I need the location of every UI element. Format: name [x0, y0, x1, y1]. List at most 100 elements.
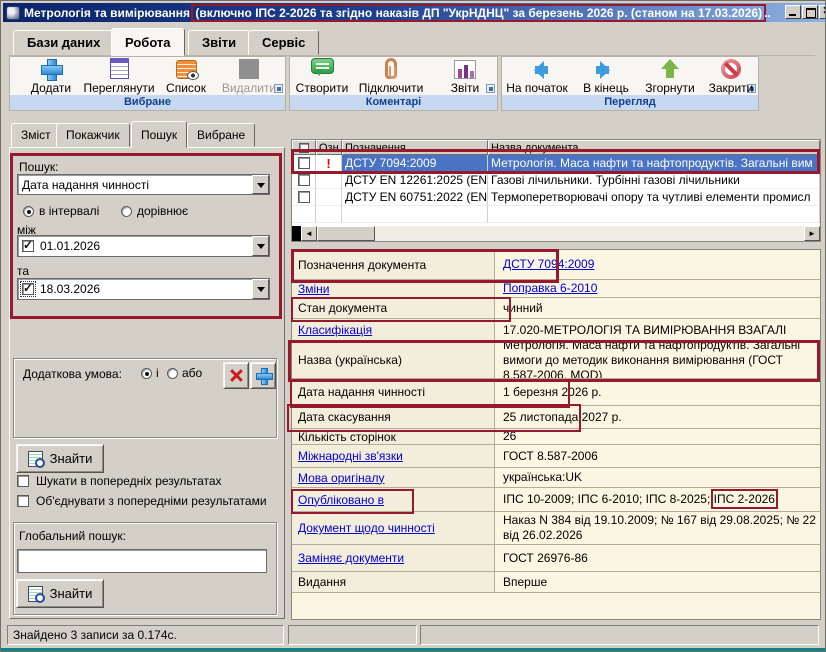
radio-and-circle[interactable]	[141, 368, 152, 379]
select-all-checkbox[interactable]	[299, 143, 309, 153]
row-checkbox[interactable]	[298, 191, 310, 203]
chevron-down-icon[interactable]	[252, 279, 269, 299]
header-mark-column[interactable]: Озн	[316, 140, 342, 155]
add-condition-button[interactable]	[250, 362, 276, 389]
add-button[interactable]: Додати	[23, 58, 79, 95]
tab-databases-label: Бази даних	[27, 35, 100, 50]
create-comment-button[interactable]: Створити	[293, 58, 351, 95]
delete-button-label: Видалити	[222, 81, 276, 95]
effective-date-value: 1 березня 2026 р.	[503, 385, 602, 400]
window-title-prefix: Метрологія та вимірювання	[24, 6, 193, 20]
international-links-link[interactable]: Міжнародні зв'язки	[298, 449, 403, 463]
results-table: Озн Позначення Назва документа ! ДСТУ 70…	[291, 139, 821, 242]
date-to-field[interactable]: 18.03.2026	[17, 278, 270, 300]
attach-button[interactable]: Підключити	[359, 58, 423, 95]
extra-condition-label: Додаткова умова:	[23, 367, 122, 381]
header-title-label: Назва документа	[491, 142, 579, 154]
sidebar-tab-search[interactable]: Пошук	[131, 121, 187, 148]
global-find-button[interactable]: Знайти	[16, 579, 104, 608]
checkbox-merge-previous[interactable]: Об'єднувати з попередніми результатами	[17, 494, 279, 508]
header-designation-column[interactable]: Позначення	[342, 140, 488, 155]
go-first-button[interactable]: На початок	[503, 58, 571, 95]
arrow-right-icon	[594, 61, 619, 79]
plus-icon	[40, 58, 62, 79]
app-icon	[6, 6, 20, 20]
remove-condition-button[interactable]	[223, 362, 249, 389]
document-designation-link[interactable]: ДСТУ 7094:2009	[503, 257, 594, 272]
find-button[interactable]: Знайти	[16, 444, 104, 473]
classification-link[interactable]: Класифікація	[298, 323, 372, 337]
radio-interval[interactable]: в інтервалі	[23, 204, 99, 218]
close-button[interactable]	[819, 5, 826, 19]
list-button[interactable]: Список	[159, 58, 213, 95]
chevron-down-icon[interactable]	[252, 236, 269, 256]
header-select-column[interactable]	[292, 140, 316, 155]
checkbox-search-previous-box[interactable]	[17, 475, 29, 487]
global-find-button-label: Знайти	[50, 586, 93, 601]
header-title-column[interactable]: Назва документа	[488, 140, 820, 155]
window-title: Метрологія та вимірювання (включно ІПС 2…	[24, 6, 771, 20]
search-doc-icon	[28, 586, 43, 602]
validity-doc-link[interactable]: Документ щодо чинності	[298, 521, 435, 535]
list-button-label: Список	[166, 81, 206, 95]
row-designation: ДСТУ EN 12261:2025 (EN	[345, 173, 487, 187]
search-field-combobox[interactable]: Дата надання чинності	[17, 174, 270, 195]
tab-reports[interactable]: Звіти	[188, 30, 250, 55]
close-view-button[interactable]: Закрити	[705, 58, 757, 95]
radio-and[interactable]: і	[141, 366, 159, 380]
notepad-icon	[110, 58, 129, 79]
table-row[interactable]: ДСТУ EN 12261:2025 (EN Газові лічильники…	[292, 172, 820, 189]
tab-work[interactable]: Робота	[111, 28, 185, 56]
go-first-button-label: На початок	[506, 81, 568, 95]
arrow-up-icon	[661, 59, 679, 79]
radio-or[interactable]: або	[167, 366, 202, 380]
table-row[interactable]: ДСТУ EN 60751:2022 (EN Термоперетворювач…	[292, 189, 820, 206]
language-link[interactable]: Мова оригіналу	[298, 471, 384, 485]
published-in-link[interactable]: Опубліковано в	[298, 493, 384, 507]
amendment-link[interactable]: Поправка 6-2010	[503, 281, 597, 296]
table-row[interactable]: ! ДСТУ 7094:2009 Метрологія. Маса нафти …	[292, 155, 820, 172]
search-label: Пошук:	[19, 160, 59, 174]
global-search-input[interactable]	[17, 549, 267, 573]
radio-or-circle[interactable]	[167, 368, 178, 379]
reports-button[interactable]: Звіти	[445, 58, 485, 95]
replaces-link[interactable]: Заміняє документи	[298, 551, 404, 565]
chevron-down-icon[interactable]	[252, 175, 269, 194]
horizontal-scrollbar[interactable]: ◄ ►	[292, 226, 820, 241]
language-value: українська:UK	[503, 470, 582, 485]
radio-interval-circle[interactable]	[23, 206, 34, 217]
detail-row-effective-date: Дата надання чинності 1 березня 2026 р.	[292, 379, 820, 406]
collapse-button[interactable]: Згорнути	[641, 58, 699, 95]
scroll-right-icon[interactable]: ►	[804, 226, 820, 241]
go-last-button[interactable]: В кінець	[577, 58, 635, 95]
search-doc-icon	[28, 451, 43, 467]
checkbox-search-previous[interactable]: Шукати в попередніх результатах	[17, 474, 279, 488]
find-button-label: Знайти	[50, 451, 93, 466]
scrollbar-track[interactable]	[375, 226, 804, 241]
dialog-launcher-icon[interactable]	[486, 84, 495, 93]
scroll-left-icon[interactable]: ◄	[301, 226, 317, 241]
date-from-field[interactable]: 01.01.2026	[17, 235, 270, 257]
sidebar-tab-contents[interactable]: Зміст	[11, 123, 61, 147]
delete-button[interactable]: Видалити	[221, 58, 277, 95]
validity-doc-value: Наказ N 384 від 19.10.2009; № 167 від 29…	[503, 513, 816, 543]
checkbox-merge-previous-box[interactable]	[17, 495, 29, 507]
view-button[interactable]: Переглянути	[83, 58, 155, 95]
maximize-button[interactable]	[802, 5, 818, 19]
scrollbar-thumb[interactable]	[317, 226, 375, 241]
sidebar-tab-index[interactable]: Покажчик	[56, 123, 130, 147]
row-checkbox[interactable]	[298, 157, 310, 169]
tab-service[interactable]: Сервіс	[248, 30, 319, 55]
radio-equals-circle[interactable]	[121, 206, 132, 217]
radio-and-label: і	[156, 366, 159, 380]
sidebar-tab-favorites[interactable]: Вибране	[187, 123, 255, 147]
radio-equals[interactable]: дорівнює	[121, 204, 188, 218]
row-checkbox[interactable]	[298, 174, 310, 186]
tab-databases[interactable]: Бази даних	[13, 30, 114, 55]
changes-link[interactable]: Зміни	[298, 282, 330, 296]
title-bar[interactable]: Метрологія та вимірювання (включно ІПС 2…	[3, 3, 825, 22]
date-to-checkbox[interactable]	[22, 283, 34, 295]
window-title-highlight: (включно ІПС 2-2026 та згідно наказів ДП…	[193, 6, 764, 20]
minimize-button[interactable]	[785, 5, 801, 19]
date-from-checkbox[interactable]	[22, 240, 34, 252]
